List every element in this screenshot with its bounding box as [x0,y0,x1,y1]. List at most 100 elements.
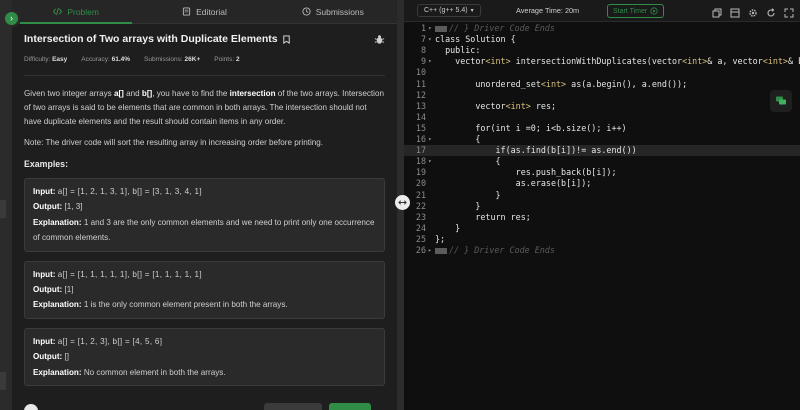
line-number: 8 [420,45,426,56]
code-text: { [435,134,480,145]
code-line[interactable]: 9 ▾ vector<int> intersectionWithDuplicate… [404,56,800,67]
code-text: } [435,201,480,212]
tab-editorial[interactable]: Editorial [140,0,268,23]
code-text: vector<int> res; [435,101,556,112]
language-select[interactable]: C++ (g++ 5.4) ▾ [417,4,481,17]
example-box: Input: a[] = [1, 2, 1, 3, 1], b[] = [3, … [24,178,385,252]
editor-tools [712,5,794,18]
fold-icon[interactable]: ▸ [428,245,434,256]
code-text: unordered_set<int> as(a.begin(), a.end()… [435,79,687,90]
line-number: 11 [415,78,426,89]
code-text: class Solution { [435,34,516,45]
accuracy: Accuracy: 61.4% [81,56,131,63]
code-text-content: as.erase(b[i]); [435,178,592,189]
points: Points: 2 [214,56,240,63]
example-input: a[] = [1, 1, 1, 1, 1], b[] = [1, 1, 1, 1… [57,269,202,279]
tab-problem[interactable]: Problem [12,0,140,24]
difficulty: Difficulty: Easy [24,56,68,63]
code-icon [53,7,63,16]
code-line[interactable]: 23 return res; [404,212,800,223]
code-line[interactable]: 8 public: [404,45,800,56]
chat-icon[interactable] [770,90,792,112]
tab-submissions[interactable]: Submissions [269,0,397,23]
code-line[interactable]: 21 } [404,190,800,201]
compile-run-button[interactable] [264,403,322,410]
example-explanation: 1 is the only common element present in … [83,300,288,310]
expand-arrow-icon[interactable]: › [3,10,20,27]
start-timer-button[interactable]: Start Timer [607,4,665,18]
bookmark-icon[interactable] [282,34,291,44]
code-text: if(as.find(b[i])!= as.end()) [435,145,637,156]
code-line[interactable]: 20 as.erase(b[i]); [404,178,800,189]
example-explanation: No common element in both the arrays. [83,367,226,377]
problem-tabs: Problem Editorial Submissions [12,0,397,24]
code-line[interactable]: 1 ▾ // } Driver Code Ends [404,23,800,34]
code-line[interactable]: 12 [404,90,800,101]
code-comment: // } Driver Code Ends [435,23,555,34]
code-line[interactable]: 15 for(int i =0; i<b.size(); i++) [404,123,800,134]
code-text: vector<int> intersectionWithDuplicates(v… [435,56,800,67]
line-number: 15 [415,122,426,133]
code-line[interactable]: 22 } [404,201,800,212]
code-text-content: unordered_set<int> as(a.begin(), a.end()… [435,78,688,89]
code-line[interactable]: 18 ▾ { [404,156,800,167]
fold-icon[interactable]: ▾ [428,56,434,67]
code-line[interactable]: 17 if(as.find(b[i])!= as.end()) [404,145,800,157]
average-time: Average Time: 20m [516,6,580,15]
code-text: res.push_back(b[i]); [435,167,617,178]
copy-icon[interactable] [712,5,722,18]
example-output: [] [64,352,69,362]
submit-button[interactable] [329,403,371,410]
code-text: public: [435,45,480,56]
code-line[interactable]: 13 vector<int> res; [404,101,800,112]
code-line[interactable]: 16 ▾ { [404,134,800,145]
collapsed-region-marker[interactable] [435,247,447,254]
bug-icon[interactable] [374,34,385,45]
fullscreen-icon[interactable] [784,5,794,18]
rail-marker [0,200,6,218]
code-line[interactable]: 11 unordered_set<int> as(a.begin(), a.en… [404,79,800,90]
code-editor[interactable]: 1 ▾// } Driver Code Ends 7 ▾ class Solution … [404,22,800,410]
reset-icon[interactable] [766,5,776,17]
example-output: [1] [64,285,74,295]
fold-icon[interactable]: ▾ [428,34,434,45]
resize-handle-icon[interactable] [395,195,410,210]
code-line[interactable]: 25}; [404,234,800,245]
book-icon [183,7,191,16]
line-number: 23 [415,211,426,222]
problem-content: Intersection of Two arrays with Duplicat… [12,24,397,410]
code-line[interactable]: 19 res.push_back(b[i]); [404,167,800,178]
clock-icon [302,7,311,16]
line-number: 12 [415,89,426,100]
code-text-content: }; [435,233,446,244]
line-number: 24 [415,222,426,233]
code-line[interactable]: 24 } [404,223,800,234]
left-rail [0,0,12,410]
submissions-count: Submissions: 26K+ [144,56,201,63]
example-box: Input: a[] = [1, 2, 3], b[] = [4, 5, 6] … [24,327,385,387]
examples-heading: Examples: [24,159,69,169]
code-line[interactable]: 7 ▾ class Solution { [404,34,800,45]
example-input: a[] = [1, 2, 3], b[] = [4, 5, 6] [57,336,163,346]
problem-description: Given two integer arrays a[] and b[], yo… [24,89,384,126]
code-text: for(int i =0; i<b.size(); i++) [435,122,627,134]
problem-meta: Difficulty: Easy Accuracy: 61.4% Submiss… [24,56,385,76]
line-number: 13 [415,100,426,111]
line-number: 25 [415,233,426,244]
code-text-content: } [435,189,501,200]
layout-icon[interactable] [730,5,740,18]
problem-note: Note: The driver code will sort the resu… [24,138,324,147]
code-line[interactable]: 10 [404,67,800,78]
fold-icon[interactable]: ▾ [428,156,434,167]
code-line[interactable]: 26 ▸ // } Driver Code Ends [404,245,800,256]
timer-icon [650,7,658,15]
code-text-content: } [435,200,481,211]
code-text: as.erase(b[i]); [435,178,592,189]
example-input: a[] = [1, 2, 1, 3, 1], b[] = [3, 1, 3, 4… [57,187,202,196]
code-text-content: for(int i =0; i<b.size(); i++) [435,122,627,133]
fold-icon[interactable]: ▾ [428,23,434,34]
gear-icon[interactable] [748,5,758,17]
collapsed-region-marker[interactable] [435,25,447,32]
fold-icon[interactable]: ▾ [428,134,434,145]
code-line[interactable]: 14 [404,112,800,123]
